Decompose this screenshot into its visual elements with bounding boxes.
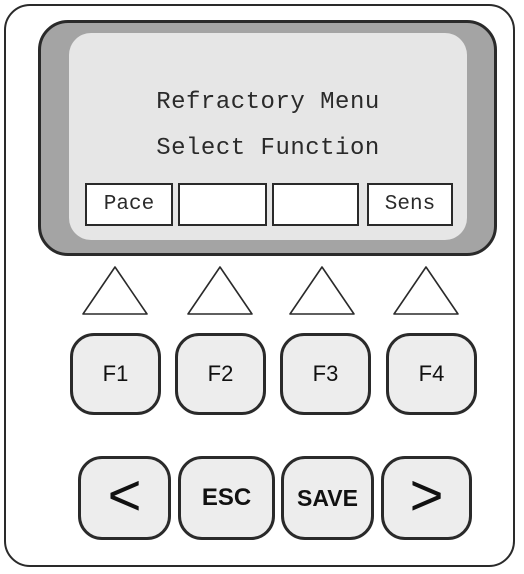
f4-button[interactable]: F4 <box>386 333 477 415</box>
menu-title: Refractory Menu <box>156 89 380 116</box>
f2-button[interactable]: F2 <box>175 333 266 415</box>
menu-prompt: Select Function <box>156 135 380 162</box>
back-button[interactable]: < <box>78 456 171 540</box>
up-triangle-icon <box>289 266 355 315</box>
softkey-label-2 <box>178 183 267 226</box>
forward-button[interactable]: > <box>381 456 472 540</box>
softkey-label-3 <box>272 183 359 226</box>
escape-button[interactable]: ESC <box>178 456 275 540</box>
softkey-label-4: Sens <box>367 183 453 226</box>
f3-button[interactable]: F3 <box>280 333 371 415</box>
softkey-label-1: Pace <box>85 183 173 226</box>
up-triangle-icon <box>393 266 459 315</box>
f1-button[interactable]: F1 <box>70 333 161 415</box>
up-triangle-icon <box>187 266 253 315</box>
up-triangle-icon <box>82 266 148 315</box>
save-button[interactable]: SAVE <box>281 456 374 540</box>
